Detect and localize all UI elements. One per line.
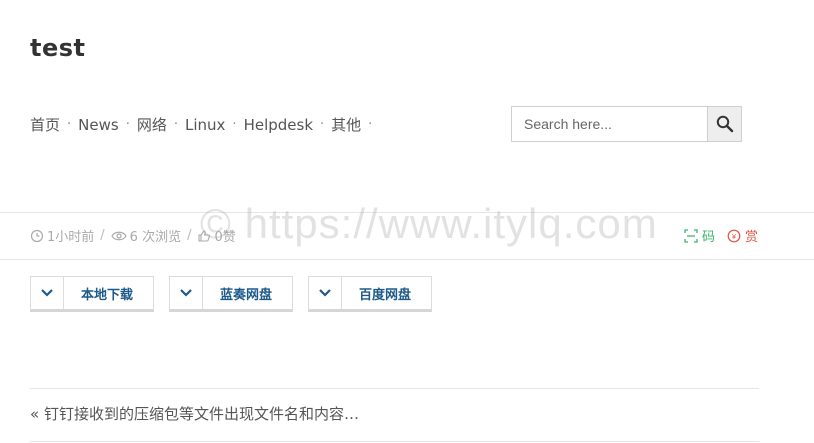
svg-text:¥: ¥ (732, 233, 737, 241)
post-time: 1小时前 (30, 226, 94, 245)
prev-post-link[interactable]: « 钉钉接收到的压缩包等文件出现文件名和内容… (30, 403, 359, 424)
reward-label: 赏 (744, 230, 758, 245)
chevron-down-icon (170, 277, 204, 309)
post-likes[interactable]: 0赞 (197, 226, 236, 245)
site-title[interactable]: test (30, 34, 86, 62)
download-lanzou-label: 蓝奏网盘 (220, 287, 273, 303)
download-lanzou-button[interactable]: 蓝奏网盘 (169, 276, 294, 312)
post-likes-text: 0赞 (214, 230, 236, 245)
nav-separator: · (125, 117, 130, 132)
nav-item-helpdesk[interactable]: Helpdesk (244, 116, 313, 134)
chevron-down-icon (31, 277, 64, 309)
download-baidu-button[interactable]: 百度网盘 (308, 276, 433, 312)
prev-arrow: « (30, 405, 40, 423)
post-actions: 码 ¥ 赏 (684, 226, 758, 245)
main-nav: 首页 · News · 网络 · Linux · Helpdesk · 其他 · (30, 114, 379, 135)
nav-item-other[interactable]: 其他 (331, 114, 361, 135)
meta-separator: / (187, 228, 192, 243)
download-local-label: 本地下载 (81, 287, 134, 303)
nav-separator: · (320, 117, 325, 132)
watermark: © https://www.itylq.com (200, 200, 658, 247)
nav-separator: · (232, 117, 237, 132)
nav-item-home[interactable]: 首页 (30, 114, 60, 135)
nav-separator: · (67, 117, 72, 132)
reward-icon: ¥ (727, 229, 741, 242)
meta-separator: / (100, 228, 105, 243)
post-views: 6 次浏览 (110, 226, 182, 245)
search-input[interactable] (511, 106, 707, 142)
clock-icon (30, 229, 44, 242)
qr-scan-icon (684, 228, 698, 243)
qr-code-button[interactable]: 码 (684, 226, 715, 245)
post-views-text: 6 次浏览 (129, 230, 182, 245)
download-baidu-label: 百度网盘 (359, 287, 412, 303)
post-time-text: 1小时前 (47, 230, 95, 245)
search-form (511, 106, 742, 142)
divider (0, 212, 814, 213)
thumbs-up-icon (198, 229, 211, 242)
eye-icon (110, 231, 127, 240)
nav-item-linux[interactable]: Linux (185, 116, 225, 134)
nav-item-news[interactable]: News (78, 116, 119, 134)
divider (30, 441, 759, 442)
nav-separator: · (368, 117, 373, 132)
nav-separator: · (173, 117, 178, 132)
divider (30, 388, 759, 389)
qr-code-label: 码 (701, 230, 715, 245)
post-meta: 1小时前 / 6 次浏览 / 0赞 (30, 226, 236, 245)
chevron-down-icon (309, 277, 343, 309)
prev-post-title: 钉钉接收到的压缩包等文件出现文件名和内容… (43, 405, 359, 423)
search-icon (716, 115, 733, 133)
nav-item-network[interactable]: 网络 (137, 114, 167, 135)
download-buttons: 本地下载 蓝奏网盘 百度网盘 (30, 276, 447, 312)
divider (0, 259, 814, 260)
search-button[interactable] (707, 106, 742, 142)
download-local-button[interactable]: 本地下载 (30, 276, 155, 312)
reward-button[interactable]: ¥ 赏 (727, 226, 758, 245)
